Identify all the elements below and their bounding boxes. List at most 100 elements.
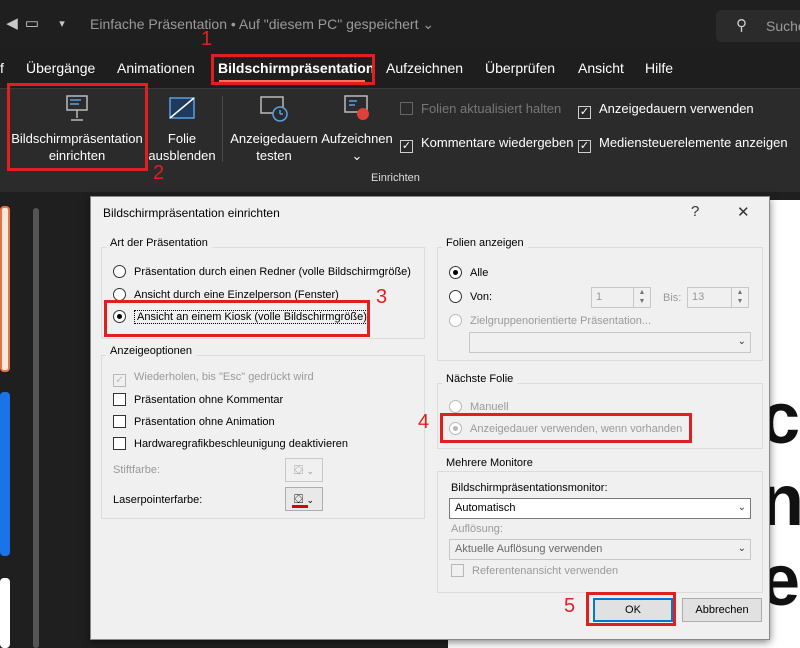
radio-circle — [113, 265, 126, 278]
check-icon: ✓ — [578, 140, 591, 153]
monitor-label: Bildschirmpräsentationsmonitor: — [451, 482, 608, 494]
radio-custom-show[interactable]: Zielgruppenorientierte Präsentation... — [449, 314, 651, 327]
title-bar: ◀ ▭ ▾ Einfache Präsentation • Auf "diese… — [0, 0, 800, 50]
record-button[interactable]: Aufzeichnen ⌄ — [320, 92, 394, 164]
slide-thumbnail[interactable] — [0, 206, 10, 372]
annotation-step-3: 3 — [376, 286, 388, 308]
checkbox-box — [113, 393, 126, 406]
paint-bucket-icon: ⛋ — [293, 492, 304, 506]
annotation-box-setup — [7, 83, 148, 171]
document-title[interactable]: Einfache Präsentation • Auf "diesem PC" … — [90, 16, 434, 33]
disable-hw-acceleration-checkbox[interactable]: Hardwaregrafikbeschleunigung deaktiviere… — [113, 437, 348, 450]
ribbon-tabs: f Übergänge Animationen Bildschirmpräsen… — [0, 54, 800, 84]
laser-color-label: Laserpointerfarbe: — [113, 494, 203, 506]
show-media-controls-label: Mediensteuerelemente anzeigen — [599, 135, 788, 150]
presenter-view-checkbox[interactable]: Referentenansicht verwenden — [451, 564, 618, 577]
spinner-arrows-icon[interactable]: ▲ ▼ — [731, 288, 748, 307]
show-type-legend: Art der Präsentation — [106, 237, 212, 249]
rehearse-timings-icon — [260, 96, 288, 122]
no-animation-checkbox[interactable]: Präsentation ohne Animation — [113, 415, 275, 428]
paint-bucket-icon: ⛋ — [293, 463, 304, 477]
keep-slides-updated-label: Folien aktualisiert halten — [421, 101, 562, 116]
hide-slide-button[interactable]: Folie ausblenden — [146, 92, 218, 164]
thumbnail-scrollbar[interactable] — [33, 208, 39, 648]
tab-review[interactable]: Überprüfen — [485, 60, 555, 76]
show-slides-legend: Folien anzeigen — [442, 237, 528, 249]
tab-help[interactable]: Hilfe — [645, 60, 673, 76]
tab-animations[interactable]: Animationen — [117, 60, 195, 76]
monitor-dropdown[interactable]: Automatisch ⌄ — [449, 498, 751, 519]
close-icon[interactable]: ✕ — [737, 203, 750, 221]
presenter-view-label: Referentenansicht verwenden — [472, 565, 619, 577]
record-label: Aufzeichnen — [321, 131, 393, 146]
radio-circle-selected — [449, 266, 462, 279]
rehearse-timings-label-1: Anzeigedauern — [230, 131, 318, 146]
laser-color-swatch — [292, 505, 308, 508]
checkbox-box — [113, 437, 126, 450]
play-narrations-checkbox[interactable]: ✓ Kommentare wiedergeben — [400, 135, 573, 153]
laser-color-button[interactable]: ⛋ ⌄ — [285, 487, 323, 511]
loop-checkbox[interactable]: ✓ Wiederholen, bis "Esc" gedrückt wird — [113, 371, 314, 387]
tab-transitions[interactable]: Übergänge — [26, 60, 95, 76]
radio-circle — [449, 314, 462, 327]
no-narration-label: Präsentation ohne Kommentar — [134, 394, 284, 406]
cancel-button[interactable]: Abbrechen — [682, 598, 762, 622]
annotation-box-timings — [440, 413, 692, 443]
ribbon-separator — [222, 96, 223, 162]
annotation-box-tab — [211, 54, 375, 85]
check-icon: ✓ — [113, 374, 126, 387]
pen-color-label: Stiftfarbe: — [113, 464, 161, 476]
slide-thumbnail[interactable] — [0, 392, 10, 556]
tab-view[interactable]: Ansicht — [578, 60, 624, 76]
radio-circle — [449, 400, 462, 413]
play-narrations-label: Kommentare wiedergeben — [421, 135, 574, 150]
keep-slides-updated-checkbox[interactable]: Folien aktualisiert halten — [400, 101, 561, 116]
no-animation-label: Präsentation ohne Animation — [134, 416, 275, 428]
checkbox-box — [113, 415, 126, 428]
dialog-title: Bildschirmpräsentation einrichten — [103, 206, 280, 220]
show-media-controls-checkbox[interactable]: ✓ Mediensteuerelemente anzeigen — [578, 135, 788, 153]
annotation-step-5: 5 — [564, 595, 576, 617]
resolution-dropdown[interactable]: Aktuelle Auflösung verwenden ⌄ — [449, 539, 751, 560]
radio-slide-range[interactable]: Von: — [449, 290, 492, 303]
spinner-arrows-icon[interactable]: ▲ ▼ — [633, 288, 650, 307]
back-icon[interactable]: ◀ — [2, 14, 22, 34]
resolution-label: Auflösung: — [451, 523, 503, 535]
hide-slide-label-1: Folie — [167, 131, 197, 146]
from-spinner[interactable]: 1 ▲ ▼ — [591, 287, 651, 308]
quick-access-dropdown-icon[interactable]: ▾ — [52, 14, 72, 34]
radio-advance-manual[interactable]: Manuell — [449, 400, 509, 413]
slide-thumbnail[interactable] — [0, 578, 10, 648]
from-label: Von: — [470, 291, 493, 303]
use-timings-checkbox[interactable]: ✓ Anzeigedauern verwenden — [578, 101, 754, 119]
tab-record[interactable]: Aufzeichnen — [386, 60, 463, 76]
pen-color-button[interactable]: ⛋ ⌄ — [285, 458, 323, 482]
search-box[interactable]: ⚲ Suche — [716, 10, 800, 42]
radio-circle — [449, 290, 462, 303]
record-dropdown-icon[interactable]: ⌄ — [352, 148, 363, 163]
to-label: Bis: — [663, 292, 682, 304]
custom-show-dropdown[interactable]: ⌄ — [469, 332, 751, 353]
radio-all-slides[interactable]: Alle — [449, 266, 488, 279]
rehearse-timings-button[interactable]: Anzeigedauern testen — [226, 92, 322, 164]
chevron-down-icon: ⌄ — [306, 466, 315, 476]
rehearse-timings-label-2: testen — [256, 148, 292, 163]
no-narration-checkbox[interactable]: Präsentation ohne Kommentar — [113, 393, 283, 406]
to-spinner[interactable]: 13 ▲ ▼ — [687, 287, 749, 308]
annotation-box-ok — [586, 592, 676, 626]
search-icon: ⚲ — [736, 17, 747, 34]
disable-hw-acceleration-label: Hardwaregrafikbeschleunigung deaktiviere… — [134, 438, 349, 450]
custom-show-label: Zielgruppenorientierte Präsentation... — [470, 315, 651, 327]
presenter-icon[interactable]: ▭ — [22, 14, 42, 34]
annotation-step-2: 2 — [153, 162, 165, 184]
help-button[interactable]: ? — [691, 203, 699, 220]
tab-design-partial[interactable]: f — [0, 60, 4, 76]
chevron-down-icon: ⌄ — [737, 502, 746, 513]
chevron-down-icon: ⌄ — [737, 336, 746, 347]
radio-presented-by-speaker[interactable]: Präsentation durch einen Redner (volle B… — [113, 265, 411, 278]
annotation-box-kiosk — [104, 300, 370, 337]
check-icon: ✓ — [400, 140, 413, 153]
chevron-down-icon: ⌄ — [306, 495, 315, 505]
checkbox-box — [400, 102, 413, 115]
hide-slide-label-2: ausblenden — [148, 148, 216, 163]
